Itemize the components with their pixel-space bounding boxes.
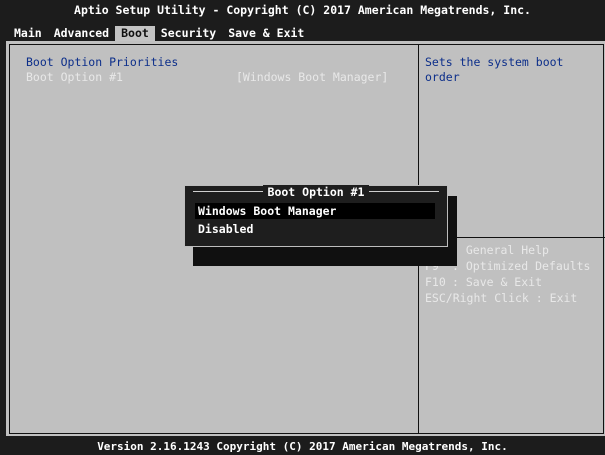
popup-option-disabled[interactable]: Disabled: [195, 221, 435, 237]
tab-boot[interactable]: Boot: [115, 26, 155, 41]
tab-save-exit[interactable]: Save & Exit: [222, 26, 310, 41]
help-text-line-1: Sets the system boot: [425, 55, 564, 69]
popup-option-windows-boot-manager[interactable]: Windows Boot Manager: [195, 203, 435, 219]
key-help-f10: F10: Save & Exit: [425, 275, 543, 289]
boot-priorities-heading: Boot Option Priorities: [26, 55, 179, 69]
boot-option-1-value[interactable]: [Windows Boot Manager]: [236, 70, 388, 85]
version-footer: Version 2.16.1243 Copyright (C) 2017 Ame…: [97, 440, 508, 453]
popup-title: Boot Option #1: [185, 185, 447, 199]
tab-security[interactable]: Security: [155, 26, 222, 41]
app-title: Aptio Setup Utility - Copyright (C) 2017…: [74, 3, 531, 17]
tab-main[interactable]: Main: [8, 26, 48, 41]
boot-option-popup: Boot Option #1 Windows Boot Manager Disa…: [184, 185, 448, 247]
key-help-esc: ESC/Right Click : Exit: [425, 291, 578, 305]
help-text-line-2: order: [425, 70, 460, 84]
boot-option-1-label[interactable]: Boot Option #1: [26, 70, 123, 85]
menu-bar: Main Advanced Boot Security Save & Exit: [8, 26, 310, 41]
tab-advanced[interactable]: Advanced: [48, 26, 115, 41]
